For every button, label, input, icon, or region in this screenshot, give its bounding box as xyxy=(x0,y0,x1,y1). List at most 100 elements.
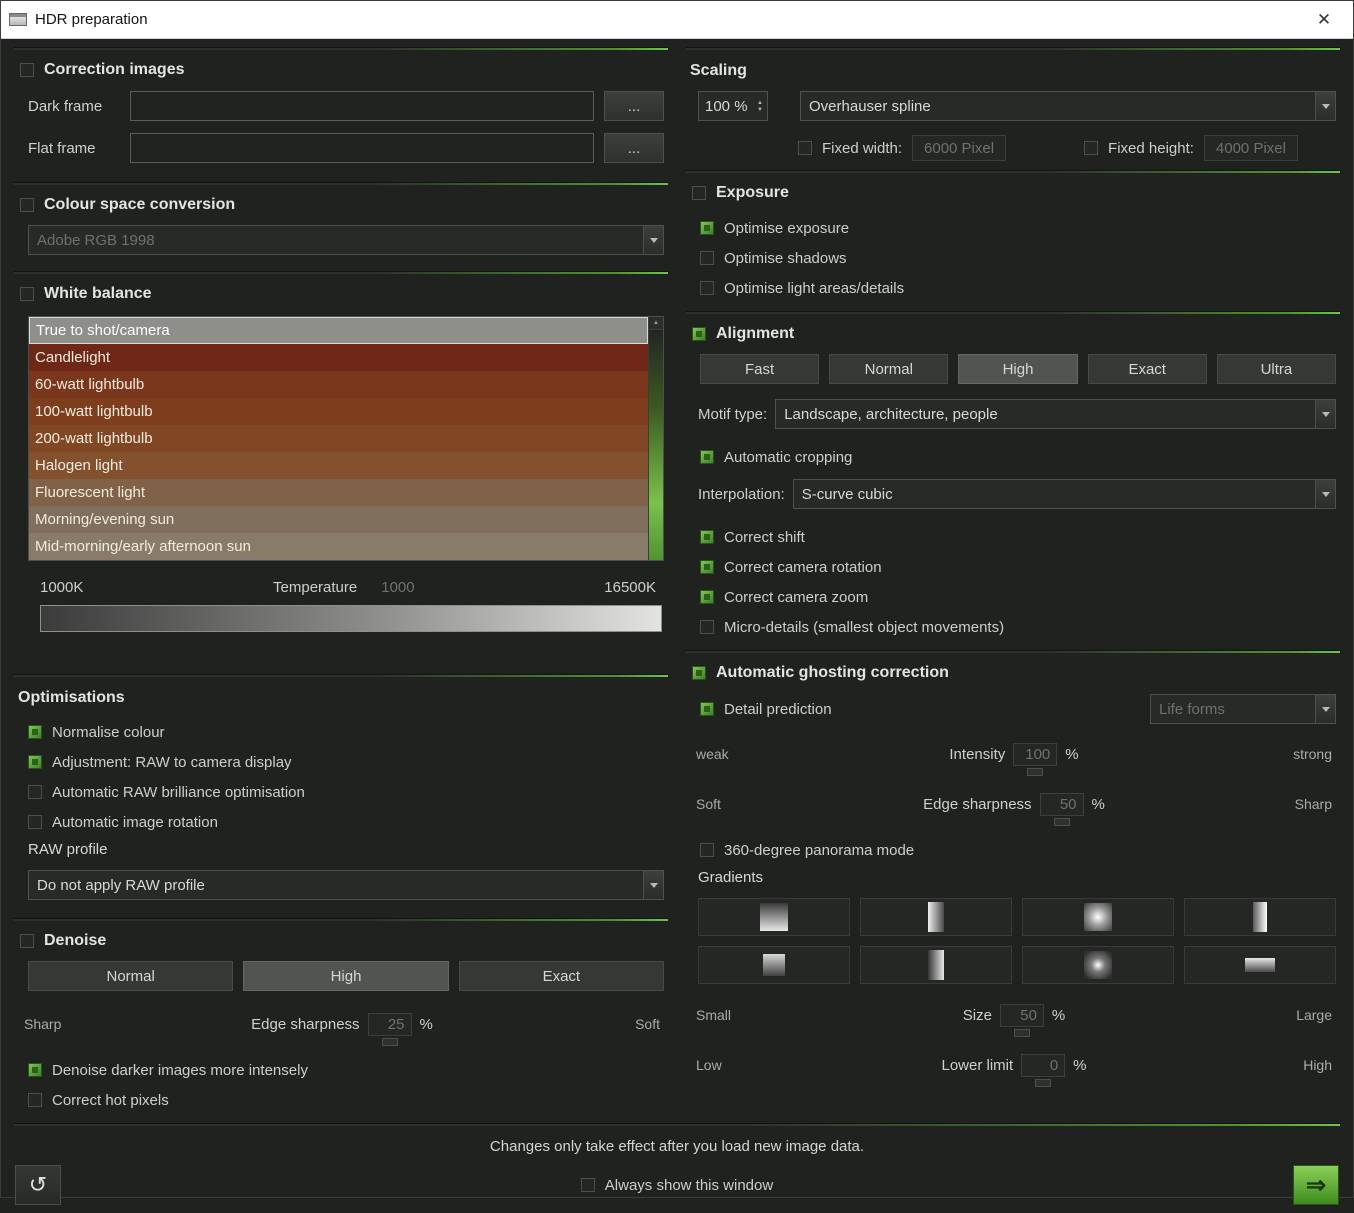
denoise-mode-high[interactable]: High xyxy=(243,961,448,991)
alignment-mode-exact[interactable]: Exact xyxy=(1088,354,1207,384)
checkbox[interactable] xyxy=(28,1063,42,1077)
checkbox[interactable] xyxy=(28,785,42,799)
fixed-width-checkbox[interactable] xyxy=(798,141,812,155)
alignment-mode-fast[interactable]: Fast xyxy=(700,354,819,384)
chevron-down-icon[interactable] xyxy=(1315,695,1335,723)
flat-frame-input[interactable] xyxy=(130,133,594,163)
checkbox[interactable] xyxy=(700,251,714,265)
temperature-gradient-bar[interactable] xyxy=(40,605,662,632)
alignment-checkbox[interactable] xyxy=(692,327,706,341)
motif-type-dropdown[interactable]: Landscape, architecture, people xyxy=(775,399,1336,429)
dark-frame-input[interactable] xyxy=(130,91,594,121)
chevron-down-icon[interactable] xyxy=(1315,92,1335,120)
checkbox[interactable] xyxy=(700,590,714,604)
ghosting-checkbox[interactable] xyxy=(692,666,706,680)
check-normalise-colour[interactable]: Normalise colour xyxy=(14,717,668,747)
gradient-thumb-bar-dark-to-light[interactable] xyxy=(1184,898,1336,936)
scroll-up-icon[interactable]: ▲ xyxy=(649,317,663,330)
alignment-mode-normal[interactable]: Normal xyxy=(829,354,948,384)
wb-item-true-to-shot[interactable]: True to shot/camera xyxy=(29,317,648,344)
slider-handle[interactable] xyxy=(382,1038,398,1046)
slider-handle[interactable] xyxy=(1054,818,1070,826)
check-adjustment-raw[interactable]: Adjustment: RAW to camera display xyxy=(14,747,668,777)
slider-value[interactable]: 0 xyxy=(1021,1054,1065,1077)
wb-item-100-watt[interactable]: 100-watt lightbulb xyxy=(29,398,648,425)
fixed-width-input[interactable]: 6000 Pixel xyxy=(912,135,1006,161)
checkbox[interactable] xyxy=(28,755,42,769)
check-hot-pixels[interactable]: Correct hot pixels xyxy=(14,1085,668,1115)
close-icon[interactable]: ✕ xyxy=(1303,10,1345,30)
check-raw-brilliance[interactable]: Automatic RAW brilliance optimisation xyxy=(14,777,668,807)
scale-percent-spinner[interactable]: 100 % ▲ ▼ xyxy=(698,91,768,121)
slider-value[interactable]: 50 xyxy=(1000,1004,1044,1027)
check-optimise-exposure[interactable]: Optimise exposure xyxy=(686,213,1340,243)
fixed-height-checkbox[interactable] xyxy=(1084,141,1098,155)
slider-value[interactable]: 50 xyxy=(1040,793,1084,816)
checkbox[interactable] xyxy=(700,843,714,857)
proceed-button[interactable]: ⇒ xyxy=(1293,1165,1339,1205)
correction-images-checkbox[interactable] xyxy=(20,63,34,77)
chevron-down-icon[interactable] xyxy=(643,871,663,899)
alignment-mode-high[interactable]: High xyxy=(958,354,1077,384)
white-balance-checkbox[interactable] xyxy=(20,287,34,301)
checkbox[interactable] xyxy=(700,221,714,235)
wb-item-mid-morning-sun[interactable]: Mid-morning/early afternoon sun xyxy=(29,533,648,560)
always-show-checkbox[interactable] xyxy=(581,1178,595,1192)
check-correct-camera-rotation[interactable]: Correct camera rotation xyxy=(686,552,1340,582)
wb-item-morning-evening-sun[interactable]: Morning/evening sun xyxy=(29,506,648,533)
gradient-thumb-radial-small-bright[interactable] xyxy=(1022,946,1174,984)
denoise-mode-normal[interactable]: Normal xyxy=(28,961,233,991)
detail-prediction-checkbox[interactable] xyxy=(700,702,714,716)
check-denoise-darker[interactable]: Denoise darker images more intensely xyxy=(14,1055,668,1085)
checkbox[interactable] xyxy=(28,815,42,829)
check-automatic-cropping[interactable]: Automatic cropping xyxy=(686,442,1340,472)
checkbox[interactable] xyxy=(700,560,714,574)
slider-value[interactable]: 100 xyxy=(1013,743,1057,766)
chevron-down-icon[interactable] xyxy=(643,226,663,254)
colour-space-checkbox[interactable] xyxy=(20,198,34,212)
wb-item-200-watt[interactable]: 200-watt lightbulb xyxy=(29,425,648,452)
life-forms-dropdown[interactable]: Life forms xyxy=(1150,694,1336,724)
always-show-row[interactable]: Always show this window xyxy=(61,1177,1293,1194)
gradient-thumb-vertical-linear-small[interactable] xyxy=(698,946,850,984)
fixed-height-input[interactable]: 4000 Pixel xyxy=(1204,135,1298,161)
check-optimise-shadows[interactable]: Optimise shadows xyxy=(686,243,1340,273)
gradient-thumb-bar-reverse[interactable] xyxy=(860,946,1012,984)
check-micro-details[interactable]: Micro-details (smallest object movements… xyxy=(686,612,1340,642)
checkbox[interactable] xyxy=(700,530,714,544)
wb-item-60-watt[interactable]: 60-watt lightbulb xyxy=(29,371,648,398)
check-correct-shift[interactable]: Correct shift xyxy=(686,522,1340,552)
denoise-checkbox[interactable] xyxy=(20,934,34,948)
scaling-method-dropdown[interactable]: Overhauser spline xyxy=(800,91,1336,121)
spin-down-icon[interactable]: ▼ xyxy=(757,107,763,113)
checkbox[interactable] xyxy=(28,1093,42,1107)
checkbox[interactable] xyxy=(28,725,42,739)
check-optimise-light-areas[interactable]: Optimise light areas/details xyxy=(686,273,1340,303)
wb-item-halogen[interactable]: Halogen light xyxy=(29,452,648,479)
denoise-mode-exact[interactable]: Exact xyxy=(459,961,664,991)
chevron-down-icon[interactable] xyxy=(1315,400,1335,428)
undo-button[interactable]: ↺ xyxy=(15,1165,61,1205)
wb-item-fluorescent[interactable]: Fluorescent light xyxy=(29,479,648,506)
flat-frame-browse-button[interactable]: ... xyxy=(604,133,664,163)
raw-profile-dropdown[interactable]: Do not apply RAW profile xyxy=(28,870,664,900)
alignment-mode-ultra[interactable]: Ultra xyxy=(1217,354,1336,384)
checkbox[interactable] xyxy=(700,450,714,464)
gradient-thumb-horizontal-bar[interactable] xyxy=(1184,946,1336,984)
gradient-thumb-bar-light-to-dark[interactable] xyxy=(860,898,1012,936)
chevron-down-icon[interactable] xyxy=(1315,480,1335,508)
checkbox[interactable] xyxy=(700,281,714,295)
dark-frame-browse-button[interactable]: ... xyxy=(604,91,664,121)
check-image-rotation[interactable]: Automatic image rotation xyxy=(14,807,668,837)
gradient-thumb-vertical-linear[interactable] xyxy=(698,898,850,936)
gradient-thumb-radial-center-light[interactable] xyxy=(1022,898,1174,936)
check-panorama-mode[interactable]: 360-degree panorama mode xyxy=(686,835,1340,865)
slider-handle[interactable] xyxy=(1035,1079,1051,1087)
colour-space-dropdown[interactable]: Adobe RGB 1998 xyxy=(28,225,664,255)
check-correct-camera-zoom[interactable]: Correct camera zoom xyxy=(686,582,1340,612)
spin-up-icon[interactable]: ▲ xyxy=(757,100,763,106)
wb-item-candlelight[interactable]: Candlelight xyxy=(29,344,648,371)
checkbox[interactable] xyxy=(700,620,714,634)
white-balance-scrollbar[interactable]: ▲ xyxy=(648,317,663,560)
slider-value[interactable]: 25 xyxy=(368,1013,412,1036)
